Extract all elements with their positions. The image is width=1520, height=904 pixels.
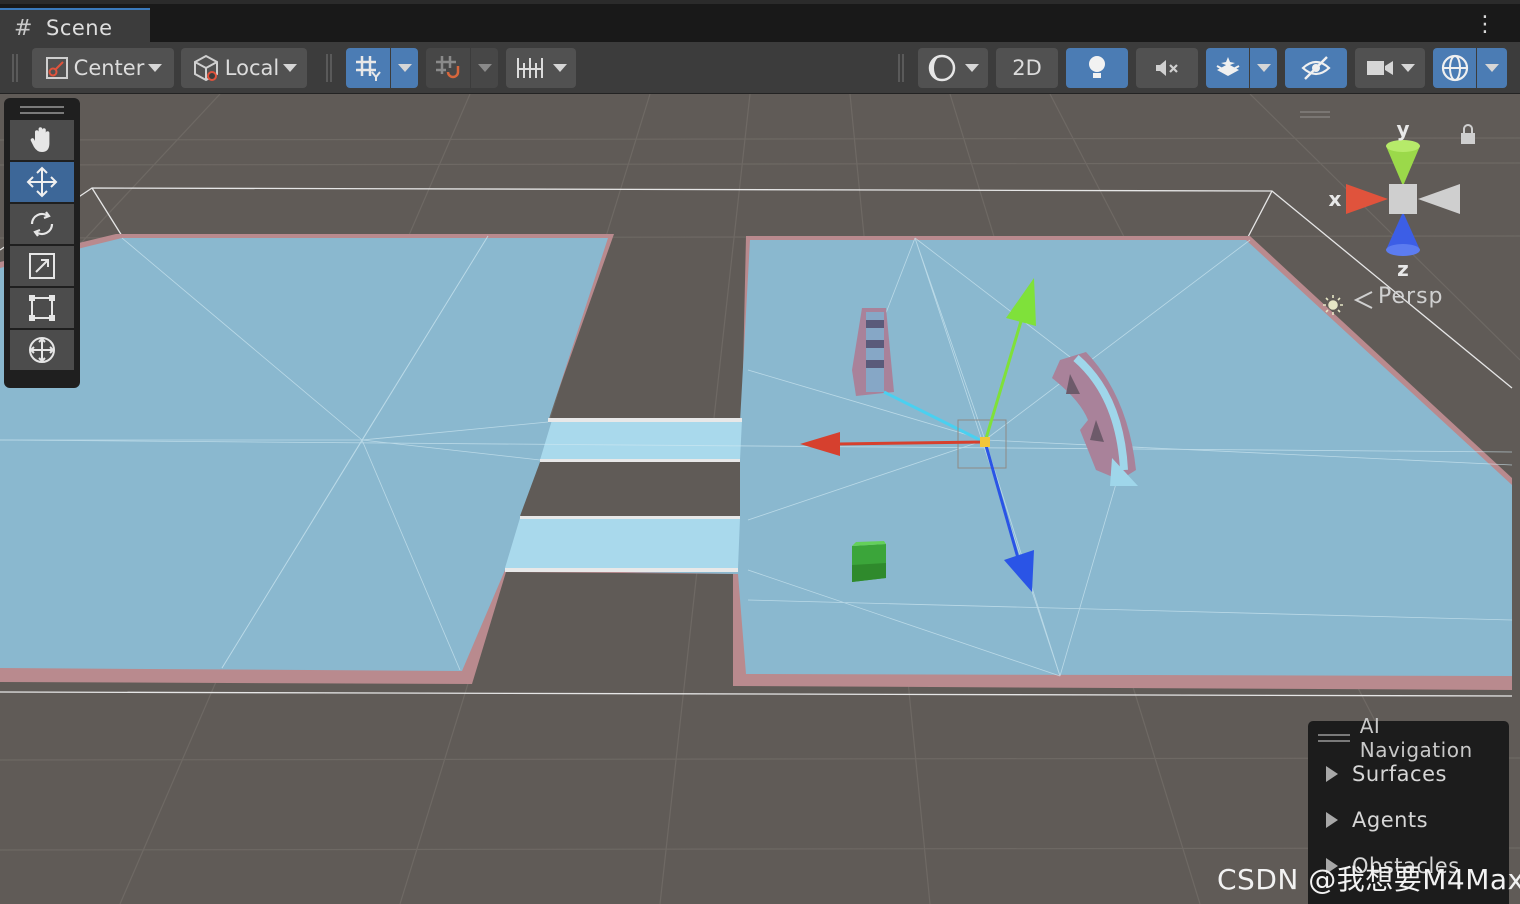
ai-nav-item-label: Agents: [1352, 808, 1429, 832]
scene-viewport[interactable]: y x z Persp AI Navigation Surfaces Agent…: [0, 94, 1520, 904]
grid-toggle-icon: [356, 56, 381, 81]
pivot-mode-label: Center: [73, 56, 145, 80]
transform-tool-button[interactable]: [10, 330, 74, 370]
expand-arrow-icon: [1326, 812, 1338, 828]
grid-toggle-button[interactable]: [346, 48, 390, 88]
ai-nav-item-label: Surfaces: [1352, 762, 1447, 786]
chevron-down-icon: [477, 64, 492, 72]
grid-icon: #: [14, 15, 33, 41]
ai-navigation-title: AI Navigation: [1359, 714, 1473, 762]
2d-mode-label: 2D: [1012, 56, 1042, 80]
hand-tool-button[interactable]: [10, 120, 74, 160]
camera-settings-dropdown[interactable]: [1355, 48, 1425, 88]
chevron-down-icon: [1485, 64, 1499, 72]
sun-icon: [1323, 295, 1343, 315]
watermark-text: CSDN @我想要M4Max: [1217, 863, 1520, 896]
scale-icon: [29, 253, 55, 279]
navmesh-ramp-1: [540, 420, 742, 460]
hidden-objects-toggle[interactable]: [1285, 48, 1347, 88]
grid-settings-dropdown[interactable]: [391, 48, 418, 88]
chevron-down-icon: [1401, 64, 1415, 72]
gap-ground: [520, 462, 740, 516]
increment-snap-icon: [517, 58, 543, 78]
grid-snap-icon: [436, 56, 460, 79]
tab-scene[interactable]: # Scene: [0, 8, 150, 46]
move-icon: [26, 166, 58, 198]
scale-tool-button[interactable]: [10, 246, 74, 286]
rect-transform-icon: [29, 295, 55, 321]
pivot-rotation-dropdown[interactable]: Local: [181, 48, 307, 88]
effects-dropdown[interactable]: [1250, 48, 1277, 88]
chevron-down-icon: [148, 64, 163, 72]
more-options-icon[interactable]: ⋮: [1474, 10, 1496, 40]
draw-mode-dropdown[interactable]: [918, 48, 988, 88]
gizmo-neg-x-cone[interactable]: [1418, 184, 1460, 214]
hand-icon: [30, 127, 50, 152]
draw-mode-icon: [928, 54, 956, 82]
pivot-center-icon: [45, 57, 68, 79]
toolbar-grip[interactable]: [898, 54, 904, 82]
chevron-down-icon: [283, 64, 298, 72]
scene-canvas[interactable]: y x z: [0, 94, 1520, 904]
gizmos-dropdown[interactable]: [1477, 48, 1507, 88]
pivot-mode-dropdown[interactable]: Center: [32, 48, 174, 88]
transform-icon: [29, 337, 55, 363]
lighting-icon: [1089, 56, 1105, 78]
camera-icon: [1367, 61, 1393, 75]
rect-tool-button[interactable]: [10, 288, 74, 328]
grid-snap-button[interactable]: [426, 48, 470, 88]
gizmos-toggle-button[interactable]: [1433, 48, 1476, 88]
overlay-grip-icon: [1318, 734, 1350, 742]
grid-snap-dropdown[interactable]: [471, 48, 498, 88]
2d-mode-button[interactable]: 2D: [996, 48, 1058, 88]
gizmo-y-label: y: [1396, 117, 1409, 141]
chevron-down-icon: [965, 64, 979, 72]
navmesh-ramp-2: [505, 518, 740, 568]
gizmo-z-label: z: [1397, 257, 1409, 281]
lighting-toggle-button[interactable]: [1066, 48, 1128, 88]
tab-bar: # Scene ⋮: [0, 0, 1520, 46]
chevron-down-icon: [553, 64, 567, 72]
orientation-gizmo[interactable]: y x z: [1300, 111, 1460, 281]
projection-label[interactable]: Persp: [1378, 284, 1444, 309]
chevron-left-icon: [1353, 291, 1373, 309]
chevron-down-icon: [1256, 64, 1271, 72]
navmesh-surface: [0, 238, 1512, 676]
audio-mute-icon: [1156, 60, 1178, 76]
toolbar-grip[interactable]: [12, 54, 18, 82]
local-space-icon: [193, 54, 218, 82]
ai-navigation-header[interactable]: AI Navigation: [1318, 714, 1499, 762]
gizmos-icon: [1441, 54, 1468, 82]
tools-overlay: [4, 98, 80, 388]
overlay-grip[interactable]: [20, 106, 64, 114]
tab-label: Scene: [46, 16, 113, 40]
ai-nav-item-agents[interactable]: Agents: [1318, 797, 1499, 843]
effects-toggle-button[interactable]: [1206, 48, 1249, 88]
increment-snap-dropdown[interactable]: [506, 48, 576, 88]
rotate-tool-button[interactable]: [10, 204, 74, 244]
expand-arrow-icon: [1326, 766, 1338, 782]
hidden-objects-icon: [1301, 56, 1331, 80]
audio-toggle-button[interactable]: [1136, 48, 1198, 88]
toolbar-grip[interactable]: [326, 54, 332, 82]
player-cube[interactable]: [852, 541, 886, 582]
effects-icon: [1216, 57, 1239, 76]
move-tool-button[interactable]: [10, 162, 74, 202]
lock-icon[interactable]: [1461, 124, 1475, 144]
chevron-down-icon: [397, 64, 412, 72]
scene-toolbar: Center Local 2D: [0, 42, 1520, 94]
rotate-icon: [30, 211, 54, 237]
pivot-rotation-label: Local: [224, 56, 280, 80]
gizmo-x-label: x: [1329, 187, 1342, 211]
